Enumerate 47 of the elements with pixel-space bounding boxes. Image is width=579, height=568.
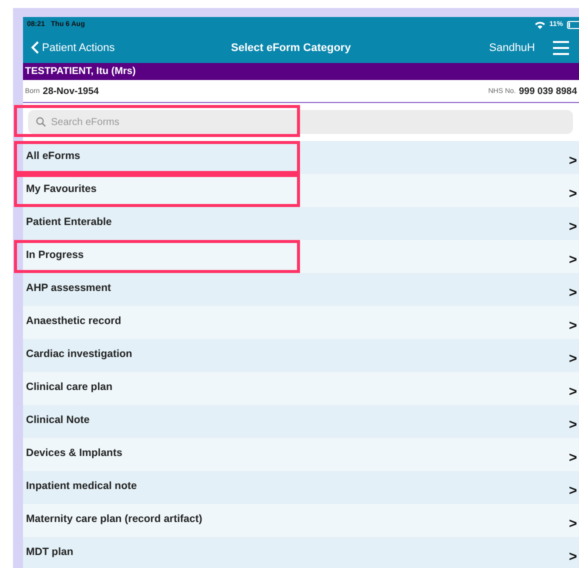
- chevron-text: >: [568, 316, 577, 332]
- chevron-text: >: [568, 250, 577, 266]
- chevron-text: >: [568, 350, 577, 366]
- category-label: My Favourites: [26, 182, 97, 194]
- category-row[interactable]: Inpatient medical note >: [23, 471, 579, 504]
- category-label: Maternity care plan (record artifact): [26, 512, 202, 524]
- chevron-text: >: [568, 548, 577, 564]
- category-label: Clinical care plan: [26, 380, 112, 392]
- category-label: All eForms: [26, 150, 80, 162]
- chevron-text: >: [568, 218, 577, 234]
- category-label: Patient Enterable: [26, 216, 112, 228]
- category-label: Devices & Implants: [26, 446, 122, 458]
- chevron-text: >: [568, 284, 577, 300]
- menu-icon[interactable]: [553, 40, 569, 54]
- chevron-text: >: [568, 382, 577, 398]
- chevron-left-icon: [31, 41, 39, 54]
- category-row[interactable]: Cardiac investigation >: [23, 339, 579, 372]
- category-label: AHP assessment: [26, 282, 112, 294]
- category-label: MDT plan: [26, 546, 74, 558]
- back-button[interactable]: Patient Actions: [31, 41, 231, 54]
- category-row[interactable]: Maternity care plan (record artifact) >: [23, 504, 579, 537]
- category-row[interactable]: AHP assessment >: [23, 273, 579, 306]
- chevron-text: >: [568, 152, 577, 168]
- chevron-text: >: [568, 184, 577, 200]
- battery-icon: [567, 20, 579, 28]
- category-row[interactable]: Devices & Implants >: [23, 438, 579, 471]
- category-row[interactable]: Anaesthetic record >: [23, 306, 579, 339]
- category-row[interactable]: Clinical Note >: [23, 405, 579, 438]
- category-label: Cardiac investigation: [26, 348, 132, 360]
- category-label: Anaesthetic record: [26, 314, 122, 326]
- category-row[interactable]: MDT plan >: [23, 537, 579, 568]
- chevron-text: >: [568, 482, 577, 498]
- screen-title: Select eForm Category: [231, 42, 351, 54]
- category-row[interactable]: Patient Enterable >: [23, 207, 579, 240]
- wifi-icon: [535, 20, 546, 28]
- search-field[interactable]: Search eForms: [28, 110, 573, 134]
- category-label: Clinical Note: [26, 414, 90, 426]
- patient-name: TESTPATIENT, Itu (Mrs): [25, 66, 136, 77]
- chevron-text: >: [568, 448, 577, 464]
- user-name: SandhuH: [489, 42, 535, 54]
- born-date: 28-Nov-1954: [42, 86, 99, 96]
- category-row[interactable]: Clinical care plan >: [23, 372, 579, 405]
- nhs-number: 999 039 8984: [518, 86, 577, 96]
- chevron-text: >: [568, 514, 577, 530]
- category-label: In Progress: [26, 248, 84, 260]
- category-label: Inpatient medical note: [26, 480, 137, 492]
- chevron-text: >: [568, 416, 577, 432]
